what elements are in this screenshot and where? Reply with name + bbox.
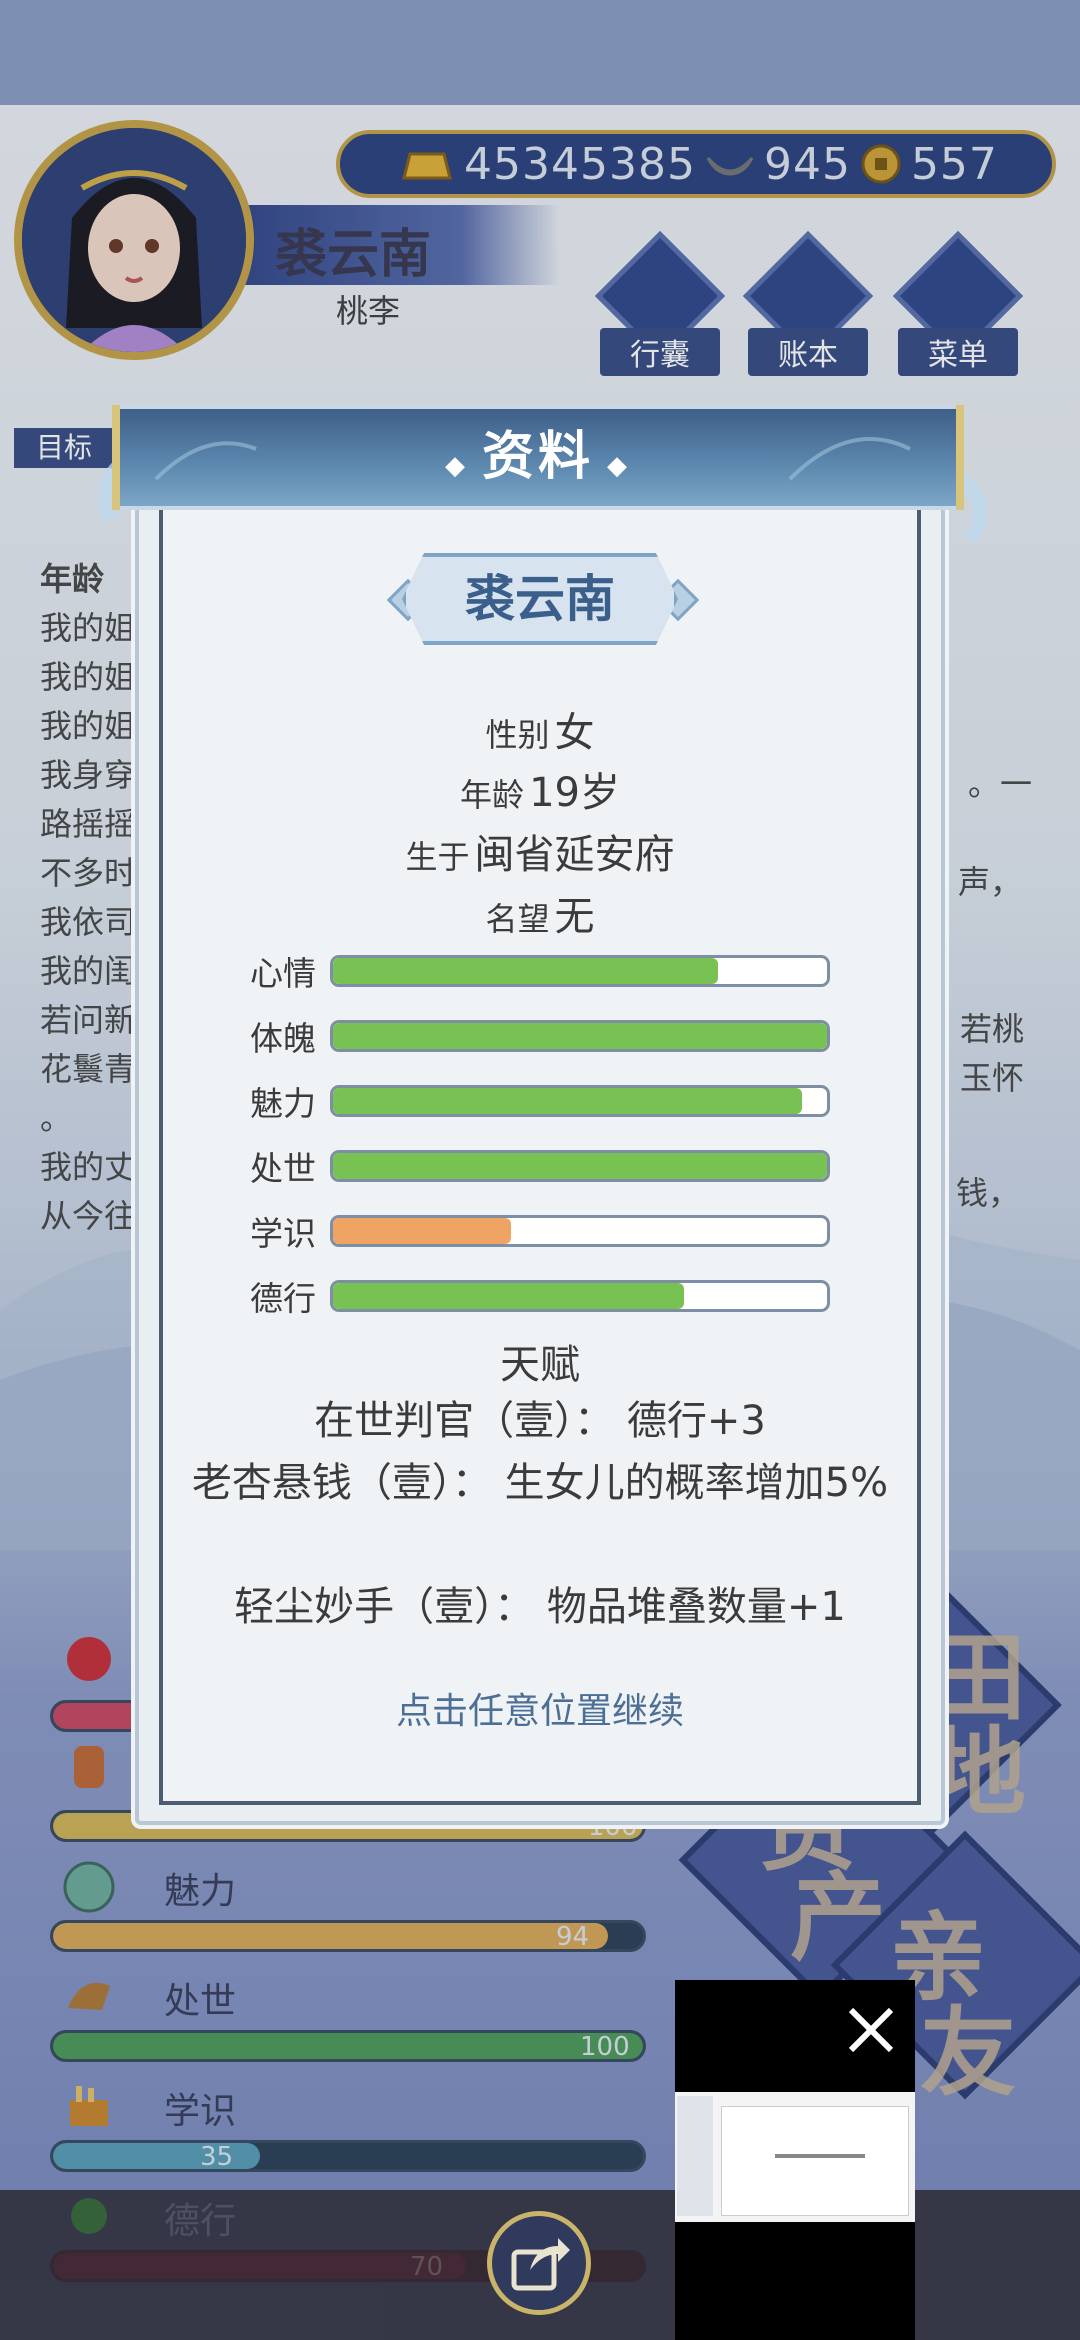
video-preview xyxy=(675,2092,915,2222)
attribute-fill xyxy=(333,1088,803,1114)
attribute-fill xyxy=(333,1218,511,1244)
reputation-row: 名望 无 xyxy=(135,884,945,942)
talent-item: 老杏悬钱（壹）： 生女儿的概率增加5% xyxy=(191,1460,889,1506)
attribute-bar xyxy=(330,1215,830,1247)
preview-sidebar xyxy=(677,2096,713,2216)
gender-row: 性别 女 xyxy=(135,700,945,758)
modal-title: ◆ 资料 ◆ xyxy=(116,409,960,506)
talent-title: 天赋 xyxy=(500,1342,580,1388)
attribute-label: 学识 xyxy=(250,1214,316,1253)
age-row: 年龄 19岁 xyxy=(135,760,945,818)
preview-page xyxy=(721,2106,909,2216)
corner-ornament xyxy=(895,1779,921,1805)
age-value: 19岁 xyxy=(529,770,620,816)
attribute-label: 处世 xyxy=(250,1149,316,1188)
attribute-bar xyxy=(330,1085,830,1117)
attribute-fill xyxy=(333,1283,684,1309)
modal-header: ◆ 资料 ◆ xyxy=(112,405,964,510)
talent-item: 轻尘妙手（壹）： 物品堆叠数量+1 xyxy=(234,1584,846,1630)
birthplace-row: 生于 闽省延安府 xyxy=(135,822,945,880)
attribute-label: 魅力 xyxy=(250,1084,316,1123)
close-icon[interactable] xyxy=(841,2000,901,2060)
title-dot-icon: ◆ xyxy=(444,451,482,481)
continue-hint[interactable]: 点击任意位置继续 xyxy=(135,1682,945,1734)
attribute-fill xyxy=(333,1023,827,1049)
title-dot-icon: ◆ xyxy=(594,451,632,481)
share-icon xyxy=(511,2238,570,2291)
attribute-label: 体魄 xyxy=(250,1019,316,1058)
talent-item: 在世判官（壹）： 德行+3 xyxy=(314,1398,766,1444)
corner-ornament xyxy=(159,1779,185,1805)
attribute-fill xyxy=(333,1153,827,1179)
profile-name: 裘云南 xyxy=(402,553,678,645)
gender-value: 女 xyxy=(554,710,595,756)
attribute-label: 心情 xyxy=(250,954,316,993)
reputation-value: 无 xyxy=(554,894,595,940)
attribute-bar xyxy=(330,1150,830,1182)
attribute-bar xyxy=(330,1280,830,1312)
age-label: 年龄 xyxy=(459,776,524,814)
attribute-bar xyxy=(330,955,830,987)
preview-line xyxy=(775,2154,865,2158)
reputation-label: 名望 xyxy=(485,900,550,938)
attribute-fill xyxy=(333,958,719,984)
birthplace-value: 闽省延安府 xyxy=(474,832,675,878)
floating-video-window[interactable] xyxy=(675,1980,915,2340)
attribute-bar xyxy=(330,1020,830,1052)
birthplace-label: 生于 xyxy=(405,838,470,876)
gender-label: 性别 xyxy=(485,716,550,754)
attribute-label: 德行 xyxy=(250,1279,316,1318)
modal-title-text: 资料 xyxy=(481,427,594,487)
share-button[interactable] xyxy=(487,2211,591,2315)
